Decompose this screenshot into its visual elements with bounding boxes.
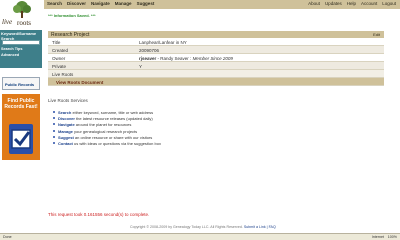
services-list: Search either keyword, surname, title or… (53, 110, 358, 147)
service-description: either keyword, surname, title or web ad… (71, 110, 154, 115)
row-value: Y (139, 64, 143, 69)
view-roots-document-row[interactable]: View Roots Document (48, 78, 384, 86)
footer: Copyright © 2008-2009 by Genealogy Today… (130, 225, 276, 229)
owner-name: - Randy Seaver : (156, 56, 193, 61)
bullet-icon (53, 111, 55, 113)
service-link-search[interactable]: Search (58, 110, 71, 115)
service-description: the latest resource releases (updated da… (74, 116, 153, 122)
keyword-search-box: Keyword/Surname Search Search Tips Advan… (0, 30, 42, 68)
service-link-navigate[interactable]: Navigate (58, 122, 75, 127)
bullet-icon (53, 135, 55, 138)
public-records-ad[interactable]: Find Public Records Fast! (2, 94, 40, 160)
nav-help[interactable]: Help (347, 1, 356, 6)
bullet-icon (53, 141, 55, 144)
owner-username[interactable]: rjseaver (139, 56, 156, 61)
row-value: rjseaver - Randy Seaver : Member Since 2… (139, 56, 233, 61)
ad-headline: Find Public Records Fast! (4, 98, 38, 110)
row-label: Title (52, 40, 61, 45)
nav-search[interactable]: Search (47, 1, 62, 6)
service-link-contact[interactable]: Contact (58, 141, 73, 146)
status-text: Done (3, 235, 12, 239)
advanced-search-link[interactable]: Advanced (1, 53, 19, 57)
top-navigation: Search Discover Navigate Manage Suggest … (44, 0, 400, 9)
tree-icon (13, 1, 31, 18)
list-item: Contact us with ideas or questions via t… (53, 140, 358, 147)
checkbox-icon (9, 124, 33, 154)
live-roots-label: Live Roots (52, 72, 74, 77)
keyword-search-input[interactable] (2, 40, 40, 45)
service-link-manage[interactable]: Manage (58, 129, 73, 134)
copyright-text: Copyright © 2008-2009 by Genealogy Today… (130, 225, 243, 229)
row-label: Owner (52, 56, 66, 61)
nav-manage[interactable]: Manage (115, 1, 132, 6)
information-saved-message: *** Information Saved. *** (48, 13, 96, 18)
request-timing: This request took 0.161556 second(s) to … (48, 212, 150, 217)
project-row-created: Created 20090706 (48, 46, 384, 54)
logo-word-live: live (2, 18, 13, 26)
service-link-discover[interactable]: Discover (58, 116, 75, 121)
nav-account[interactable]: Account (361, 1, 377, 6)
bullet-icon (53, 129, 55, 132)
service-description: an online resource or share with our vis… (73, 134, 153, 140)
bullet-icon (53, 123, 55, 126)
nav-discover[interactable]: Discover (67, 1, 86, 6)
service-link-suggest[interactable]: Suggest (58, 135, 74, 140)
browser-status-bar: Done Internet 100% (0, 233, 400, 240)
nav-navigate[interactable]: Navigate (91, 1, 110, 6)
nav-updates[interactable]: Updates (325, 1, 342, 6)
search-tips-link[interactable]: Search Tips (1, 47, 22, 51)
service-description: around the planet for resources (74, 122, 132, 128)
service-description: us with ideas or questions via the sugge… (72, 140, 161, 146)
zoom-level[interactable]: 100% (388, 235, 397, 239)
project-row-private: Private Y (48, 62, 384, 70)
service-description: your genealogical research projects (72, 128, 138, 134)
services-title: Live Roots Services (48, 98, 88, 103)
bullet-icon (53, 117, 55, 120)
project-row-owner: Owner rjseaver - Randy Seaver : Member S… (48, 54, 384, 62)
live-roots-row: Live Roots (48, 70, 384, 78)
nav-about[interactable]: About (308, 1, 320, 6)
row-label: Private (52, 64, 67, 69)
row-value: Lanphear/Lanfear in NY (139, 40, 187, 45)
live-roots-logo[interactable]: live roots (0, 0, 44, 30)
member-since: Member Since 2009 (192, 56, 233, 61)
footer-links[interactable]: Submit a Link | FAQ (244, 225, 276, 229)
research-project-header: Research Project Edit (48, 31, 384, 38)
public-records-search-badge[interactable]: Public Records (2, 77, 40, 90)
logo-word-roots: roots (17, 19, 31, 27)
security-zone: Internet (371, 235, 384, 239)
public-records-label: Public Records (5, 82, 35, 87)
nav-suggest[interactable]: Suggest (137, 1, 155, 6)
nav-logout[interactable]: Logout (382, 1, 396, 6)
sidebar: Keyword/Surname Search Search Tips Advan… (0, 30, 42, 160)
edit-link[interactable]: Edit (373, 32, 380, 37)
row-value: 20090706 (139, 48, 160, 53)
project-row-title: Title Lanphear/Lanfear in NY (48, 38, 384, 46)
view-roots-document-link[interactable]: View Roots Document (56, 80, 103, 85)
row-label: Created (52, 48, 69, 53)
